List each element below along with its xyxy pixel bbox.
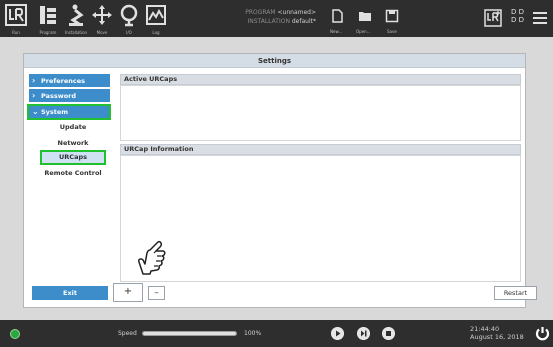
- chevron-down-icon: ⌄: [32, 107, 39, 116]
- clock-date: August 16, 2018: [470, 333, 524, 341]
- open-folder-label: Open...: [356, 29, 371, 34]
- subnav-remote-control[interactable]: Remote Control: [43, 169, 103, 177]
- io-icon[interactable]: [117, 3, 141, 27]
- urcap-information-header: URCap Information: [120, 144, 521, 155]
- program-installation-status: PROGRAM <unnamed> INSTALLATION default*: [232, 8, 316, 26]
- speed-value: 100%: [244, 330, 262, 337]
- installation-icon[interactable]: [64, 3, 88, 27]
- save-label: Save: [387, 29, 397, 34]
- clock-time: 21:44:40: [470, 325, 500, 333]
- robot-power-indicator[interactable]: [10, 329, 20, 339]
- urplus-icon[interactable]: [484, 9, 502, 27]
- new-file-icon[interactable]: [330, 9, 344, 23]
- nav-preferences-label: Preferences: [41, 77, 85, 85]
- hamburger-menu-icon[interactable]: [532, 10, 548, 26]
- log-icon[interactable]: [144, 3, 168, 27]
- speed-slider[interactable]: [142, 331, 237, 336]
- play-icon[interactable]: [331, 327, 344, 340]
- nav-password[interactable]: › Password: [29, 89, 110, 102]
- dd-indicator-bottom: D D: [511, 16, 525, 24]
- exit-button[interactable]: Exit: [32, 286, 108, 300]
- pointing-hand-icon: [138, 240, 166, 275]
- save-icon[interactable]: [385, 9, 399, 23]
- active-urcaps-header: Active URCaps: [120, 74, 521, 85]
- step-icon[interactable]: [357, 327, 370, 340]
- subnav-update[interactable]: Update: [39, 123, 107, 131]
- open-folder-icon[interactable]: [358, 9, 372, 23]
- stop-icon[interactable]: [382, 327, 395, 340]
- active-urcaps-list[interactable]: [120, 85, 521, 141]
- add-urcap-button[interactable]: +: [113, 283, 143, 302]
- nav-label-installation: Installation: [64, 30, 88, 35]
- installation-key: INSTALLATION: [247, 18, 290, 25]
- subnav-network[interactable]: Network: [39, 139, 107, 147]
- ur-logo-icon[interactable]: [4, 3, 28, 27]
- nav-label-move: Move: [96, 30, 108, 35]
- settings-title: Settings: [24, 54, 525, 68]
- program-icon[interactable]: [36, 3, 60, 27]
- chevron-right-icon: ›: [32, 91, 36, 100]
- speed-label: Speed: [118, 330, 137, 337]
- nav-preferences[interactable]: › Preferences: [29, 74, 110, 87]
- nav-label-log: Log: [152, 30, 160, 35]
- installation-value: default*: [291, 18, 316, 25]
- header-bar: Run Program Installation Move I/O Log PR…: [0, 0, 553, 37]
- dd-indicator: D D D D: [511, 8, 525, 24]
- nav-label-io: I/O: [126, 30, 132, 35]
- chevron-right-icon: ›: [32, 76, 36, 85]
- dd-indicator-top: D D: [511, 8, 525, 16]
- settings-window: Settings › Preferences › Password ⌄ System …: [23, 53, 537, 308]
- nav-label-run: Run: [12, 30, 20, 35]
- nav-password-label: Password: [41, 92, 77, 100]
- program-key: PROGRAM: [245, 9, 276, 16]
- speed-slider-fill: [143, 332, 236, 335]
- nav-system-label: System: [41, 108, 69, 116]
- restart-button[interactable]: Restart: [494, 286, 537, 300]
- subnav-urcaps[interactable]: URCaps: [40, 150, 106, 165]
- power-icon[interactable]: [535, 326, 550, 341]
- nav-label-program: Program: [39, 30, 57, 35]
- urcap-information-panel: [120, 155, 521, 282]
- nav-system[interactable]: ⌄ System: [27, 104, 111, 120]
- new-file-label: New...: [330, 29, 343, 34]
- footer-bar: Speed 100% 21:44:40 August 16, 2018: [0, 320, 553, 347]
- remove-urcap-button[interactable]: –: [148, 286, 165, 300]
- move-icon[interactable]: [90, 3, 114, 27]
- program-value: <unnamed>: [277, 9, 316, 16]
- clock: 21:44:40 August 16, 2018: [470, 325, 530, 341]
